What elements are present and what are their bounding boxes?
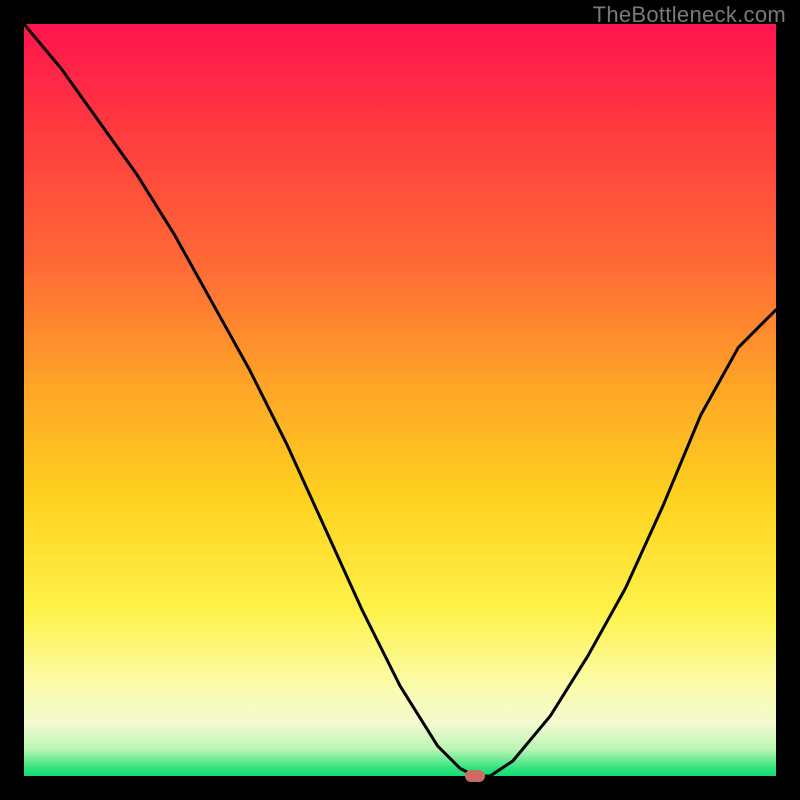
watermark-label: TheBottleneck.com (593, 2, 786, 28)
curve-line (24, 24, 776, 776)
bottleneck-chart (24, 24, 776, 776)
optimum-marker (465, 770, 485, 782)
